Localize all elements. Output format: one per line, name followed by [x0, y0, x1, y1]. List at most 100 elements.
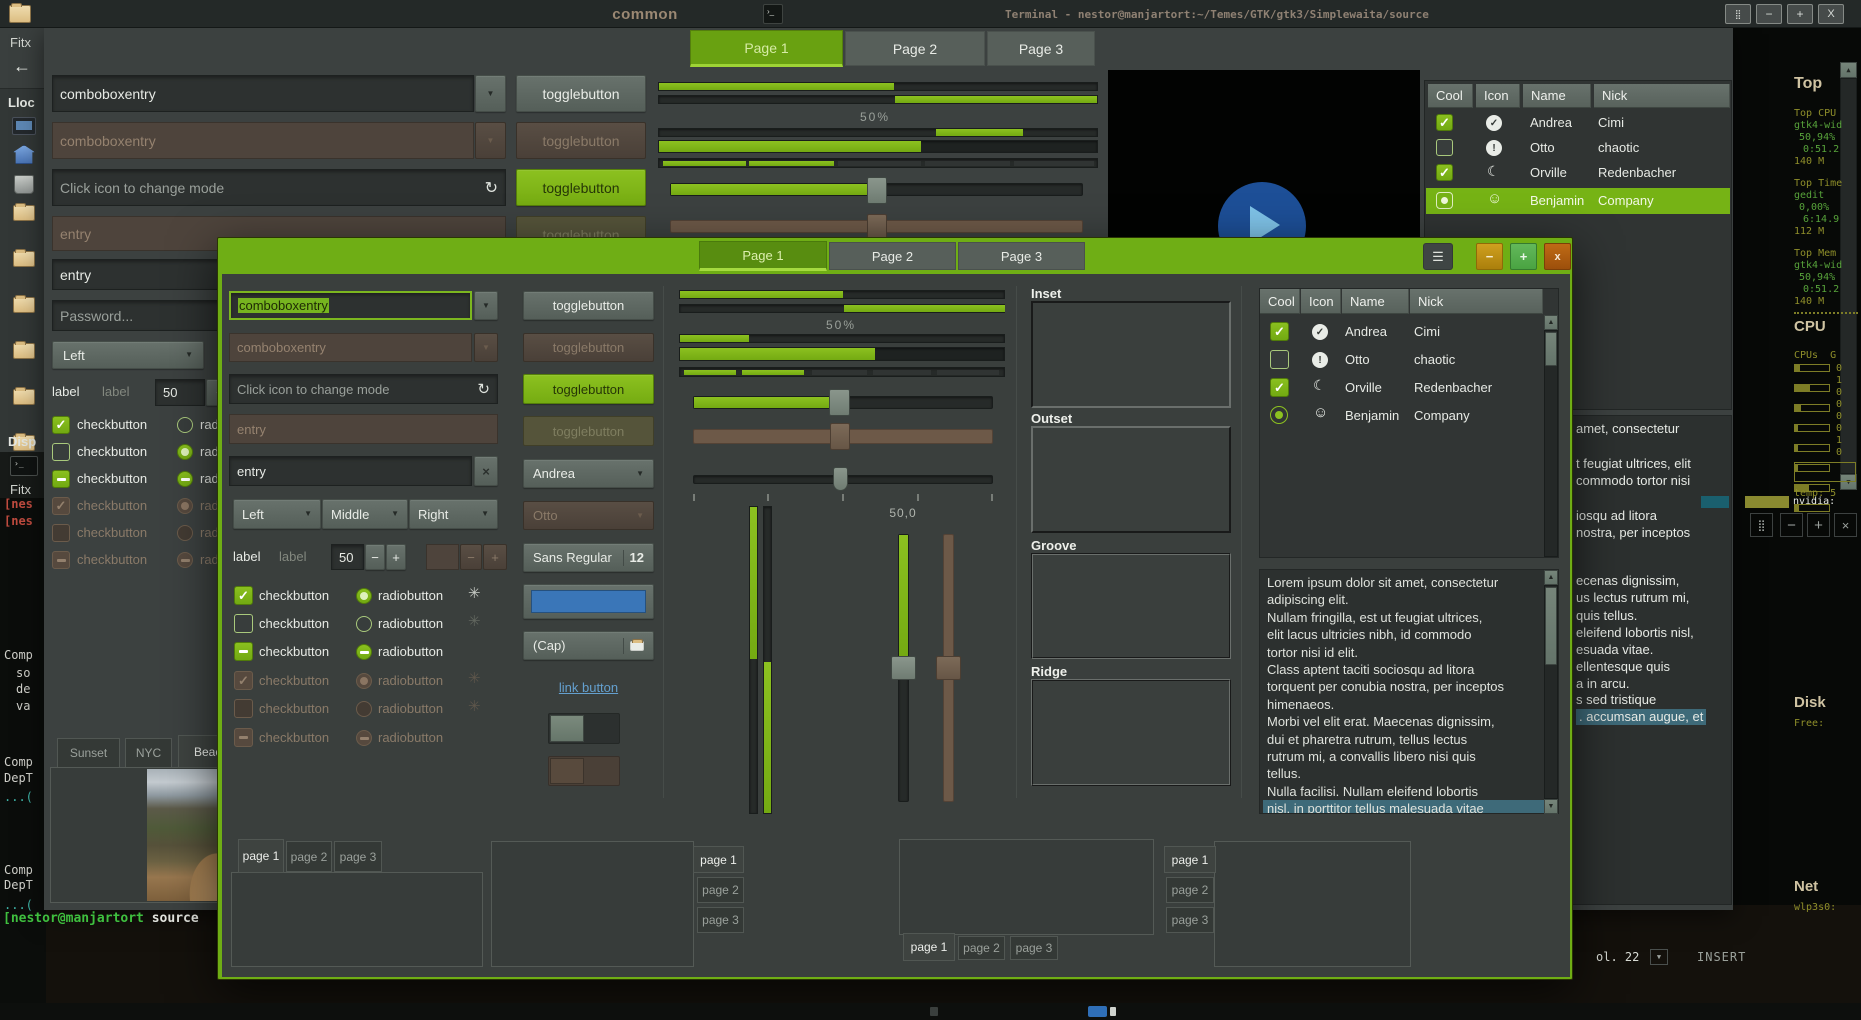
- checkbutton-label[interactable]: checkbutton: [259, 616, 329, 631]
- terminal-file-menu[interactable]: Fitx: [10, 482, 31, 497]
- refresh-icon[interactable]: ↻: [485, 178, 498, 198]
- entry[interactable]: entry: [229, 456, 472, 486]
- tree-col-icon[interactable]: Icon: [1301, 289, 1341, 314]
- notebook2-tab-page2[interactable]: page 2: [697, 877, 744, 903]
- close-button-2[interactable]: ×: [1834, 513, 1857, 537]
- folder-icon[interactable]: [13, 297, 35, 313]
- notebook4-tab-page3[interactable]: page 3: [1166, 907, 1214, 933]
- switch-off[interactable]: [548, 713, 620, 744]
- bg-tree-col-icon[interactable]: Icon: [1476, 84, 1520, 108]
- bg-tree-cell[interactable]: chaotic: [1598, 140, 1639, 155]
- bg-combo-left[interactable]: Left▼: [52, 341, 204, 369]
- notebook2-tab-page1[interactable]: page 1: [693, 846, 744, 873]
- bg-tree-col-name[interactable]: Name: [1523, 84, 1591, 108]
- tree-col-cool[interactable]: Cool: [1260, 289, 1300, 314]
- checkbutton-label[interactable]: checkbutton: [259, 588, 329, 603]
- bg-radiobutton-mixed[interactable]: [177, 471, 193, 487]
- spin-minus-button[interactable]: −: [365, 544, 385, 570]
- tab-page1[interactable]: Page 1: [699, 241, 827, 271]
- refresh-icon[interactable]: ↻: [477, 380, 490, 398]
- panel-minimize-button[interactable]: −: [1756, 4, 1782, 24]
- comboboxentry[interactable]: comboboxentry: [229, 291, 472, 320]
- bg-tree-check[interactable]: ✓: [1436, 114, 1453, 131]
- spin-plus-button[interactable]: +: [386, 544, 406, 570]
- bg-radiobutton[interactable]: [177, 417, 193, 433]
- tree-cell-nick[interactable]: Company: [1414, 408, 1470, 423]
- workspace-label[interactable]: common: [585, 6, 705, 23]
- home-icon[interactable]: [13, 145, 35, 164]
- bg-scale-handle[interactable]: [867, 177, 887, 204]
- mode-entry[interactable]: Click icon to change mode↻: [229, 374, 498, 404]
- tree-cell-name[interactable]: Orville: [1345, 380, 1382, 395]
- combo-left[interactable]: Left▼: [233, 499, 321, 529]
- minimize-button[interactable]: −: [1476, 243, 1503, 270]
- entry-clear-button[interactable]: ×: [474, 456, 498, 486]
- textview[interactable]: Lorem ipsum dolor sit amet, consectetur …: [1259, 569, 1559, 814]
- bg-mode-entry[interactable]: Click icon to change mode↻: [52, 169, 506, 206]
- tree-cell-name[interactable]: Otto: [1345, 352, 1370, 367]
- taskbar-item[interactable]: [930, 1007, 938, 1016]
- checkbutton-label[interactable]: checkbutton: [259, 644, 329, 659]
- tree-cell-nick[interactable]: Cimi: [1414, 324, 1440, 339]
- textview-scrollbar-up[interactable]: ▲: [1544, 570, 1558, 585]
- right-scrollbar-up[interactable]: ▲: [1840, 62, 1857, 78]
- bg-tree-cell[interactable]: Otto: [1530, 140, 1555, 155]
- bg-checkbutton-label[interactable]: checkbutton: [77, 471, 147, 486]
- color-button[interactable]: [523, 584, 654, 619]
- bg-tree-cell[interactable]: Redenbacher: [1598, 165, 1676, 180]
- folder-icon[interactable]: [13, 343, 35, 359]
- layout-grid-button[interactable]: ⣿: [1750, 513, 1773, 537]
- comboboxentry-dropdown[interactable]: ▼: [474, 291, 498, 320]
- spinbutton-value[interactable]: 50: [331, 544, 364, 570]
- notebook3-tab-page2[interactable]: page 2: [958, 936, 1005, 960]
- bg-tab-page1[interactable]: Page 1: [690, 30, 843, 67]
- minimize-button-2[interactable]: −: [1780, 513, 1803, 537]
- terminal-prompt[interactable]: [nestor@manjartort source: [3, 911, 219, 928]
- radiobutton-label[interactable]: radiobutton: [378, 644, 443, 659]
- bg-togglebutton-active[interactable]: togglebutton: [516, 169, 646, 206]
- radiobutton-label[interactable]: radiobutton: [378, 616, 443, 631]
- tree-check[interactable]: ✓: [1270, 322, 1289, 341]
- radiobutton-label[interactable]: radiobutton: [378, 588, 443, 603]
- notebook4-tab-page1[interactable]: page 1: [1164, 846, 1216, 873]
- maximize-button-2[interactable]: +: [1807, 513, 1830, 537]
- tab-sunset[interactable]: Sunset: [57, 738, 120, 768]
- panel-close-button[interactable]: X: [1818, 4, 1844, 24]
- bg-tree-cell[interactable]: Company: [1598, 193, 1654, 208]
- taskbar-item-active[interactable]: [1088, 1006, 1107, 1017]
- terminal-app-icon[interactable]: ›_: [10, 456, 38, 476]
- folder-icon[interactable]: [13, 251, 35, 267]
- bg-tree-col-nick[interactable]: Nick: [1594, 84, 1730, 108]
- bg-tree-col-cool[interactable]: Cool: [1428, 84, 1473, 108]
- tree-scrollbar-up[interactable]: ▲: [1544, 315, 1558, 330]
- combo-middle[interactable]: Middle▼: [322, 499, 408, 529]
- bg-comboboxentry-dropdown[interactable]: ▼: [475, 75, 506, 112]
- tree-cell-name[interactable]: Benjamin: [1345, 408, 1399, 423]
- bg-checkbutton-label[interactable]: checkbutton: [77, 417, 147, 432]
- notebook2-tab-page3[interactable]: page 3: [697, 907, 744, 933]
- bg-tree-cell[interactable]: Orville: [1530, 165, 1567, 180]
- tree-cell-name[interactable]: Andrea: [1345, 324, 1387, 339]
- computer-icon[interactable]: [12, 117, 36, 135]
- checkbutton-checked[interactable]: ✓: [234, 586, 253, 605]
- checkbutton-mixed[interactable]: [234, 642, 253, 661]
- panel-layout-button[interactable]: ⣿: [1725, 4, 1751, 24]
- tree-col-name[interactable]: Name: [1342, 289, 1409, 314]
- bg-togglebutton[interactable]: togglebutton: [516, 75, 646, 112]
- notebook3-tab-page1[interactable]: page 1: [903, 933, 955, 961]
- tab-page3[interactable]: Page 3: [958, 242, 1085, 270]
- checkbutton-unchecked[interactable]: [234, 614, 253, 633]
- textview-scrollbar-thumb[interactable]: [1545, 587, 1557, 665]
- togglebutton-active[interactable]: togglebutton: [523, 374, 654, 404]
- notebook4-tab-page2[interactable]: page 2: [1166, 877, 1214, 903]
- bg-tree-cell[interactable]: Andrea: [1530, 115, 1572, 130]
- right-scrollbar-trough[interactable]: [1840, 78, 1857, 474]
- tree-scrollbar-thumb[interactable]: [1545, 332, 1557, 366]
- file-menu[interactable]: Fitx: [10, 35, 31, 50]
- link-button[interactable]: link button: [523, 680, 654, 695]
- back-button[interactable]: ←: [8, 54, 36, 78]
- scale-handle[interactable]: [829, 389, 850, 416]
- tree-check[interactable]: [1270, 350, 1289, 369]
- tree-check[interactable]: ✓: [1270, 378, 1289, 397]
- vertical-scale-handle[interactable]: [891, 656, 916, 680]
